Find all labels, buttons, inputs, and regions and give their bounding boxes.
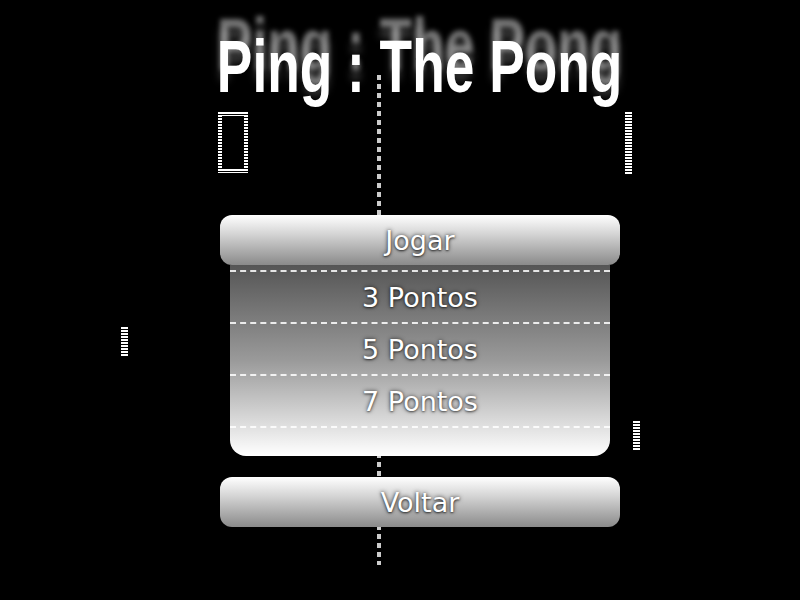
- main-menu: Jogar3 Pontos5 Pontos7 Pontos Voltar: [220, 215, 620, 527]
- title-box: Ping : The Pong: [138, 0, 701, 215]
- back-button[interactable]: Voltar: [220, 477, 620, 527]
- paddle-icon: [625, 112, 632, 175]
- paddle-icon: [121, 327, 128, 357]
- points-option[interactable]: 5 Pontos: [230, 322, 610, 374]
- points-option[interactable]: 3 Pontos: [230, 270, 610, 322]
- panel-footer: [230, 426, 610, 456]
- points-panel: 3 Pontos5 Pontos7 Pontos: [230, 265, 610, 456]
- play-button[interactable]: Jogar: [220, 215, 620, 265]
- game-title: Ping : The Pong: [217, 28, 622, 215]
- points-option[interactable]: 7 Pontos: [230, 374, 610, 426]
- game-screen: Ping : The PongJogar3 Pontos5 Pontos7 Po…: [0, 0, 800, 600]
- paddle-icon: [218, 112, 248, 173]
- paddle-icon: [633, 421, 640, 451]
